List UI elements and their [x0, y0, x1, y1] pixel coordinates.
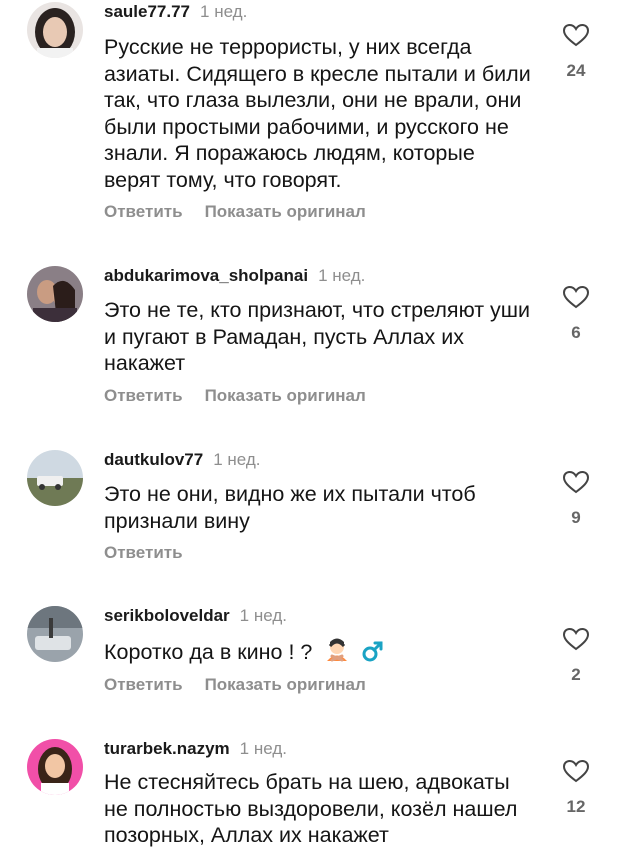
heart-icon[interactable]: [563, 24, 589, 47]
like-control: 12: [560, 760, 592, 817]
avatar[interactable]: [27, 266, 83, 322]
timestamp: 1 нед.: [239, 606, 287, 625]
comment-text: Это не те, кто признают, что стреляют уш…: [104, 298, 531, 376]
reply-button[interactable]: Ответить: [104, 675, 183, 694]
avatar[interactable]: [27, 2, 83, 58]
avatar[interactable]: [27, 450, 83, 506]
person-gesturing-no-emoji: [324, 636, 350, 669]
username[interactable]: abdukarimova_sholpanai: [104, 266, 308, 285]
show-original-button[interactable]: Показать оригинал: [205, 386, 366, 405]
timestamp: 1 нед.: [213, 450, 261, 469]
reply-button[interactable]: Ответить: [104, 202, 183, 221]
reply-button[interactable]: Ответить: [104, 386, 183, 405]
timestamp: 1 нед.: [239, 739, 287, 758]
like-count: 2: [571, 665, 581, 684]
like-control: 9: [560, 471, 592, 528]
like-count: 24: [566, 61, 586, 80]
show-original-button[interactable]: Показать оригинал: [205, 202, 366, 221]
comment-text-content: Коротко да в кино ! ?: [104, 640, 313, 664]
heart-icon[interactable]: [563, 760, 589, 783]
username[interactable]: dautkulov77: [104, 450, 203, 469]
comment-text: Русские не террористы, у них всегда азиа…: [104, 35, 531, 192]
like-control: 24: [560, 24, 592, 81]
reply-button[interactable]: Ответить: [104, 543, 183, 562]
show-original-button[interactable]: Показать оригинал: [205, 675, 366, 694]
username[interactable]: turarbek.nazym: [104, 739, 230, 758]
male-sign-emoji: [362, 640, 384, 669]
username[interactable]: saule77.77: [104, 2, 190, 21]
like-count: 12: [566, 797, 586, 816]
comment-text: Не стесняйтесь брать на шею, адвокаты не…: [104, 770, 518, 848]
like-control: 2: [560, 628, 592, 685]
comment-text: Коротко да в кино ! ?: [104, 636, 534, 669]
timestamp: 1 нед.: [318, 266, 366, 285]
avatar[interactable]: [27, 739, 83, 795]
heart-icon[interactable]: [563, 628, 589, 651]
heart-icon[interactable]: [563, 286, 589, 309]
heart-icon[interactable]: [563, 471, 589, 494]
like-control: 6: [560, 286, 592, 343]
avatar[interactable]: [27, 606, 83, 662]
comment-text: Это не они, видно же их пытали чтоб приз…: [104, 482, 476, 533]
like-count: 9: [571, 508, 581, 527]
timestamp: 1 нед.: [200, 2, 248, 21]
username[interactable]: serikboloveldar: [104, 606, 230, 625]
like-count: 6: [571, 323, 581, 342]
